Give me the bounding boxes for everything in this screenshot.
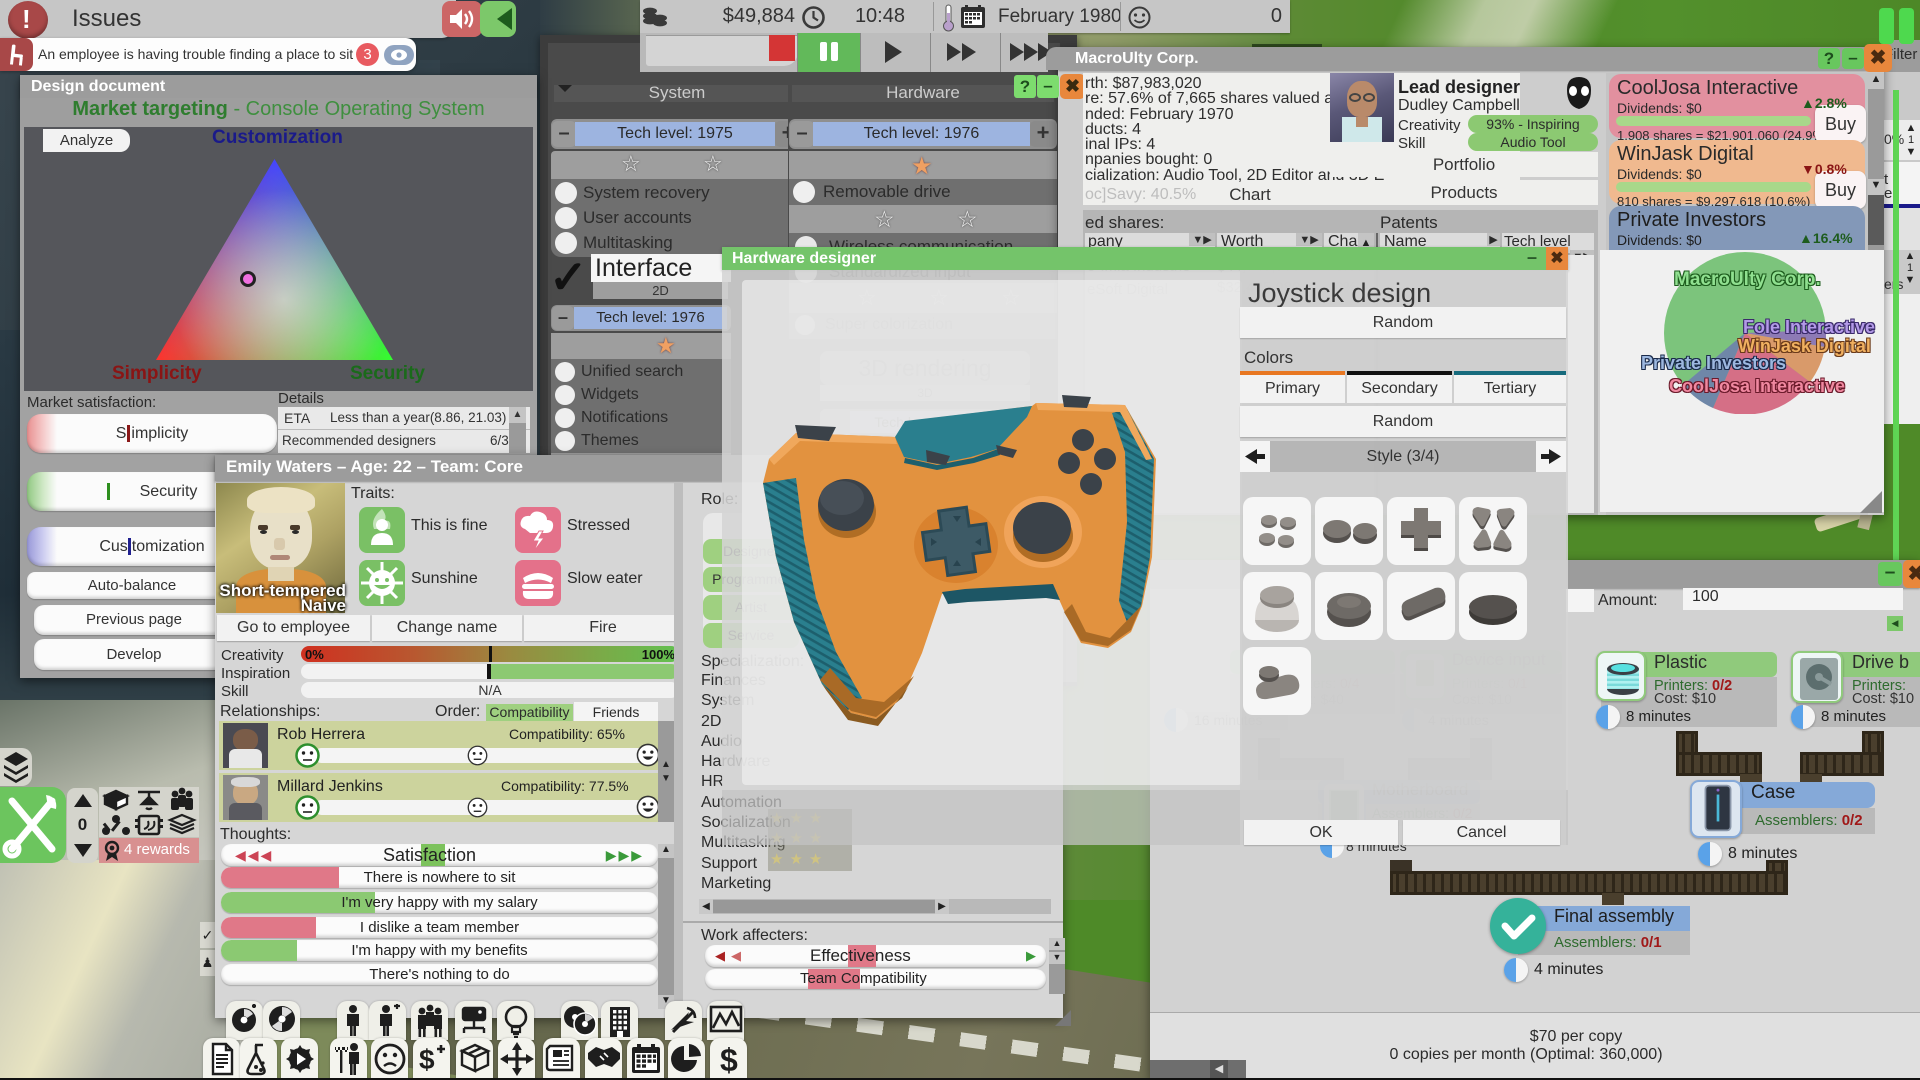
svg-text:$: $ (720, 1042, 738, 1077)
svg-text:$: $ (419, 1044, 435, 1075)
